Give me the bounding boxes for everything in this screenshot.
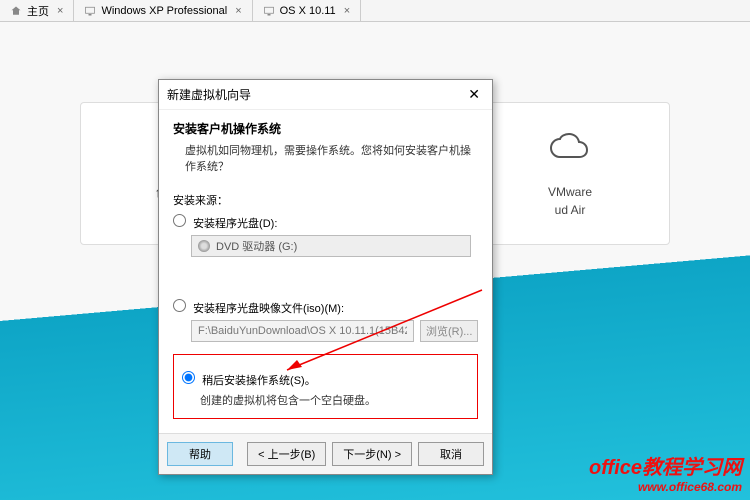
browse-button[interactable]: 浏览(R)... <box>420 320 478 342</box>
option-label: 安装程序光盘(D): <box>193 218 277 230</box>
header-title: 安装客户机操作系统 <box>173 120 478 137</box>
back-button[interactable]: < 上一步(B) <box>247 442 326 466</box>
dialog-body: 安装来源： 安装程序光盘(D): DVD 驱动器 (G:) 安装程序光盘映像文件… <box>159 184 492 433</box>
watermark-url: www.office68.com <box>589 480 742 494</box>
home-icon <box>10 5 22 17</box>
later-description: 创建的虚拟机将包含一个空白硬盘。 <box>200 392 469 408</box>
new-vm-wizard-dialog: 新建虚拟机向导 ✕ 安装客户机操作系统 虚拟机如同物理机，需要操作系统。您将如何… <box>158 79 493 475</box>
monitor-icon <box>263 5 275 17</box>
help-button[interactable]: 帮助 <box>167 442 233 466</box>
close-icon[interactable]: × <box>235 5 241 17</box>
drive-value: DVD 驱动器 (G:) <box>216 238 297 254</box>
workspace: ✚ 创建新的 VMware ud Air 新建虚拟机向导 ✕ 安装客户机操作系统… <box>0 22 750 500</box>
card-vmware-cloud[interactable]: VMware ud Air <box>470 102 670 245</box>
option-installer-disc[interactable]: 安装程序光盘(D): <box>173 214 478 231</box>
watermark-text: office教程学习网 <box>589 457 742 479</box>
radio-later[interactable] <box>182 371 195 384</box>
option-label: 安装程序光盘映像文件(iso)(M): <box>193 303 344 315</box>
next-button[interactable]: 下一步(N) > <box>332 442 412 466</box>
dialog-header: 安装客户机操作系统 虚拟机如同物理机，需要操作系统。您将如何安装客户机操作系统？ <box>159 110 492 184</box>
header-subtitle: 虚拟机如同物理机，需要操作系统。您将如何安装客户机操作系统？ <box>173 142 478 174</box>
monitor-icon <box>84 5 96 17</box>
tab-bar: 主页 × Windows XP Professional × OS X 10.1… <box>0 0 750 22</box>
tab-osx[interactable]: OS X 10.11 × <box>253 0 362 21</box>
option-label: 稍后安装操作系统(S)。 <box>202 375 316 387</box>
radio-disc[interactable] <box>173 214 186 227</box>
option-install-later[interactable]: 稍后安装操作系统(S)。 <box>182 371 469 388</box>
highlight-box: 稍后安装操作系统(S)。 创建的虚拟机将包含一个空白硬盘。 <box>173 354 478 419</box>
tab-home[interactable]: 主页 × <box>0 0 74 21</box>
close-icon[interactable]: × <box>344 5 350 17</box>
cd-icon <box>198 240 210 252</box>
tab-label: OS X 10.11 <box>280 5 336 17</box>
tab-winxp[interactable]: Windows XP Professional × <box>74 0 252 21</box>
source-label: 安装来源： <box>173 192 478 208</box>
close-icon[interactable]: ✕ <box>464 86 484 103</box>
dialog-footer: 帮助 < 上一步(B) 下一步(N) > 取消 <box>159 433 492 474</box>
close-icon[interactable]: × <box>57 5 63 17</box>
watermark: office教程学习网 www.office68.com <box>589 451 742 494</box>
iso-path-input[interactable] <box>191 320 414 342</box>
disc-drive-dropdown[interactable]: DVD 驱动器 (G:) <box>191 235 471 257</box>
radio-iso[interactable] <box>173 299 186 312</box>
option-iso-file[interactable]: 安装程序光盘映像文件(iso)(M): <box>173 299 478 316</box>
dialog-title: 新建虚拟机向导 <box>167 86 251 103</box>
tab-label: 主页 <box>27 3 49 19</box>
cloud-icon <box>501 128 639 173</box>
card-label-2: ud Air <box>501 201 639 219</box>
tab-label: Windows XP Professional <box>101 5 227 17</box>
cancel-button[interactable]: 取消 <box>418 442 484 466</box>
dialog-titlebar: 新建虚拟机向导 ✕ <box>159 80 492 110</box>
card-label-1: VMware <box>501 183 639 201</box>
